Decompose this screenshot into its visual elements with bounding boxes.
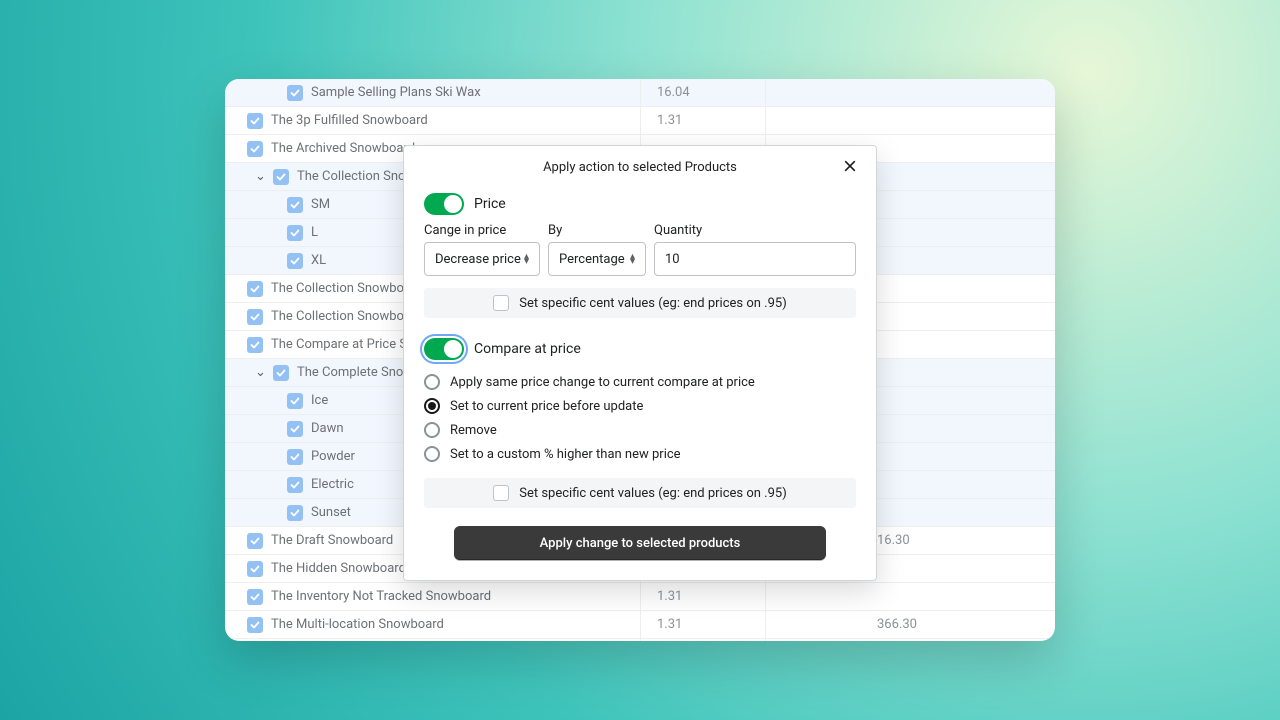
checkbox-icon[interactable] [287, 393, 303, 409]
quantity-label: Quantity [654, 223, 856, 238]
checkbox-icon[interactable] [247, 561, 263, 577]
row-label: The Inventory Not Tracked Snowboard [271, 589, 491, 604]
row-label: Dawn [311, 421, 344, 436]
checkbox-icon[interactable] [287, 225, 303, 241]
price-section-label: Price [474, 196, 506, 212]
change-select-value: Decrease price [435, 252, 521, 267]
radio-label: Set to current price before update [450, 399, 643, 414]
by-select[interactable]: Percentage ▴▾ [548, 242, 646, 276]
row-label: Electric [311, 477, 354, 492]
apply-action-modal: Apply action to selected Products Price … [403, 145, 877, 581]
radio-icon[interactable] [424, 422, 440, 438]
row-col3: 16.30 [877, 533, 910, 548]
row-label: The Multi-location Snowboard [271, 617, 444, 632]
cents-hint-row: Set specific cent values (eg: end prices… [424, 288, 856, 318]
checkbox-icon[interactable] [287, 449, 303, 465]
radio-label: Set to a custom % higher than new price [450, 447, 681, 462]
by-label: By [548, 223, 646, 238]
row-col2: 1.31 [657, 617, 682, 632]
row-label: Powder [311, 449, 355, 464]
checkbox-icon[interactable] [247, 281, 263, 297]
checkbox-icon[interactable] [247, 337, 263, 353]
apply-button[interactable]: Apply change to selected products [454, 526, 826, 560]
radio-icon[interactable] [424, 398, 440, 414]
row-label: Ice [311, 393, 328, 408]
checkbox-icon[interactable] [287, 477, 303, 493]
checkbox-icon[interactable] [287, 85, 303, 101]
checkbox-icon[interactable] [287, 197, 303, 213]
radio-label: Apply same price change to current compa… [450, 375, 755, 390]
by-select-value: Percentage [559, 252, 625, 267]
radio-icon[interactable] [424, 446, 440, 462]
quantity-value: 10 [665, 252, 680, 267]
chevron-down-icon[interactable]: ⌄ [255, 169, 266, 184]
compare-radio-option[interactable]: Remove [424, 418, 856, 442]
checkbox-icon[interactable] [287, 505, 303, 521]
row-label: Sunset [311, 505, 351, 520]
checkbox-icon[interactable] [247, 533, 263, 549]
close-icon[interactable] [842, 158, 862, 178]
checkbox-icon[interactable] [247, 309, 263, 325]
cents-checkbox[interactable] [493, 295, 509, 311]
compare-section-label: Compare at price [474, 341, 581, 357]
compare-toggle[interactable] [424, 338, 464, 360]
cents-hint-text: Set specific cent values (eg: end prices… [519, 296, 787, 311]
cents-checkbox-2[interactable] [493, 485, 509, 501]
compare-radio-option[interactable]: Set to current price before update [424, 394, 856, 418]
row-label: The 3p Fulfilled Snowboard [271, 113, 428, 128]
checkbox-icon[interactable] [247, 589, 263, 605]
row-label: The Archived Snowboard [271, 141, 415, 156]
cents-hint-row-2: Set specific cent values (eg: end prices… [424, 478, 856, 508]
checkbox-icon[interactable] [273, 365, 289, 381]
row-label: XL [311, 253, 326, 268]
radio-label: Remove [450, 423, 497, 438]
row-label: L [311, 225, 318, 240]
change-label: Cange in price [424, 223, 540, 238]
row-label: SM [311, 197, 330, 212]
change-in-price-select[interactable]: Decrease price ▴▾ [424, 242, 540, 276]
compare-radio-option[interactable]: Set to a custom % higher than new price [424, 442, 856, 466]
cents-hint-text-2: Set specific cent values (eg: end prices… [519, 486, 787, 501]
quantity-input[interactable]: 10 [654, 242, 856, 276]
chevron-down-icon[interactable]: ⌄ [255, 365, 266, 380]
checkbox-icon[interactable] [247, 617, 263, 633]
price-toggle[interactable] [424, 193, 464, 215]
chevron-updown-icon: ▴▾ [630, 254, 635, 264]
checkbox-icon[interactable] [273, 169, 289, 185]
modal-title: Apply action to selected Products [424, 160, 856, 175]
row-label: The Draft Snowboard [271, 533, 393, 548]
checkbox-icon[interactable] [247, 141, 263, 157]
row-label: The Hidden Snowboard [271, 561, 406, 576]
row-col2: 1.31 [657, 589, 682, 604]
apply-button-label: Apply change to selected products [540, 536, 741, 551]
compare-radio-option[interactable]: Apply same price change to current compa… [424, 370, 856, 394]
checkbox-icon[interactable] [247, 113, 263, 129]
checkbox-icon[interactable] [287, 253, 303, 269]
row-label: Sample Selling Plans Ski Wax [311, 85, 481, 100]
compare-radio-group: Apply same price change to current compa… [424, 370, 856, 466]
row-col2: 16.04 [657, 85, 690, 100]
row-col2: 1.31 [657, 113, 682, 128]
checkbox-icon[interactable] [287, 421, 303, 437]
radio-icon[interactable] [424, 374, 440, 390]
chevron-updown-icon: ▴▾ [524, 254, 529, 264]
row-col3: 366.30 [877, 617, 917, 632]
